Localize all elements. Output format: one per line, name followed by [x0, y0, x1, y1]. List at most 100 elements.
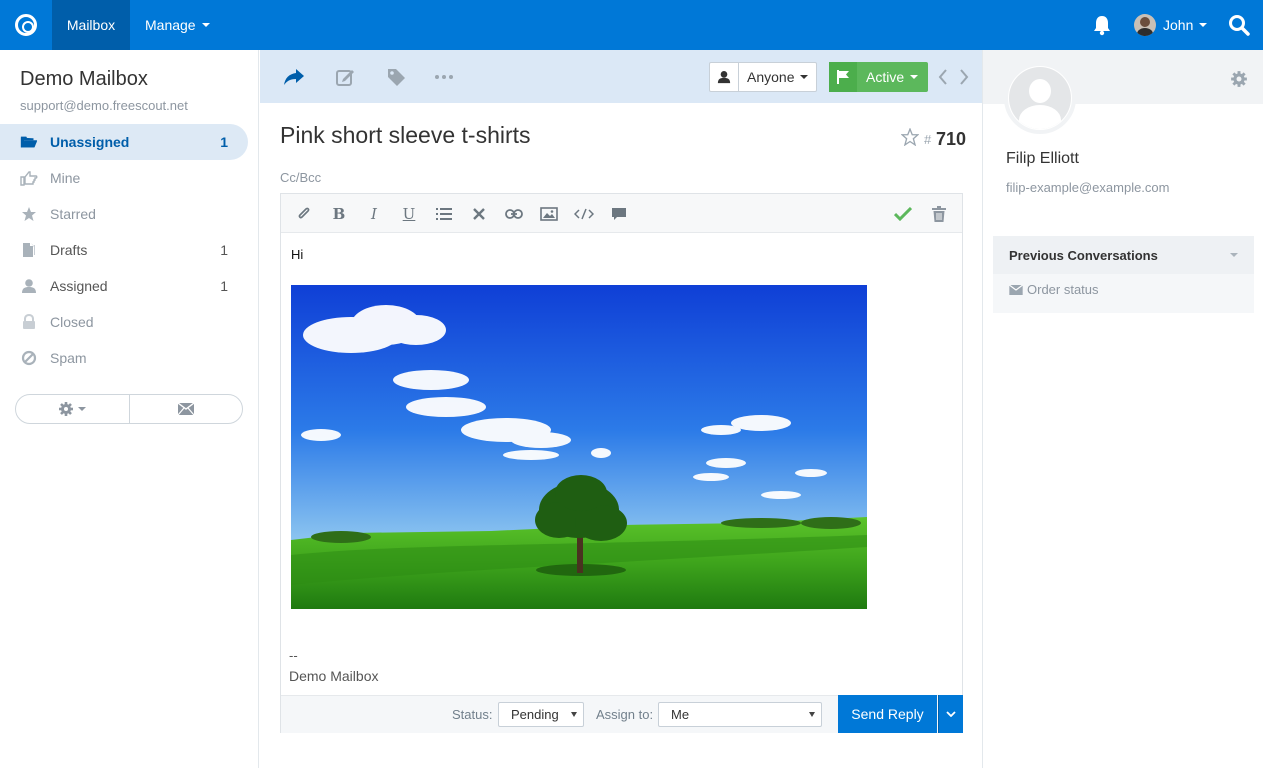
lock-icon [20, 314, 38, 330]
folder-label: Mine [50, 170, 81, 186]
conversation-number: 710 [936, 129, 967, 149]
reply-status-select[interactable]: Pending [498, 702, 584, 727]
conversation-panel: Anyone Active Pink short sleeve t-shirts… [260, 50, 982, 768]
previous-conversation-item[interactable]: Order status [1009, 282, 1099, 297]
bell-icon[interactable] [1092, 14, 1112, 36]
nav-mailbox[interactable]: Mailbox [52, 0, 130, 50]
folder-label: Closed [50, 314, 94, 330]
user-icon [710, 63, 739, 91]
mailbox-sidebar: Demo Mailbox support@demo.freescout.net … [0, 50, 259, 768]
bold-icon[interactable]: B [329, 204, 349, 224]
mailbox-settings-button[interactable] [16, 395, 130, 423]
conversation-hash: # [924, 132, 932, 147]
check-icon[interactable] [893, 204, 913, 224]
previous-conversation-subject: Order status [1027, 282, 1099, 297]
chevron-down-icon [946, 711, 956, 717]
more-icon[interactable] [433, 66, 455, 88]
list-icon[interactable] [434, 204, 454, 224]
reply-footer: Status: Pending Assign to: Me Send Reply [281, 695, 963, 733]
editor-body[interactable]: Hi -- Demo Mailbox [281, 234, 962, 695]
message-greeting: Hi [291, 247, 304, 262]
status-label: Active [866, 69, 905, 85]
folder-label: Unassigned [50, 134, 130, 150]
previous-conversations-header[interactable]: Previous Conversations [993, 236, 1254, 274]
avatar [1134, 14, 1156, 36]
envelope-icon [177, 403, 194, 415]
cc-bcc-link[interactable]: Cc/Bcc [280, 170, 321, 185]
status-dropdown[interactable]: Active [829, 62, 928, 92]
tag-icon[interactable] [385, 66, 407, 88]
chevron-down-icon [910, 75, 919, 79]
image-icon[interactable] [539, 204, 559, 224]
italic-icon[interactable]: I [364, 204, 384, 224]
chevron-down-icon [809, 712, 815, 717]
mailbox-email: support@demo.freescout.net [20, 98, 188, 113]
hand-point-icon [20, 170, 38, 186]
chevron-down-icon [800, 75, 809, 79]
link-icon[interactable] [504, 204, 524, 224]
ban-icon [20, 350, 38, 366]
freescout-logo[interactable] [0, 0, 52, 50]
code-icon[interactable] [574, 204, 594, 224]
gear-icon [59, 402, 74, 416]
assignee-dropdown[interactable]: Anyone [709, 62, 817, 92]
folder-starred[interactable]: Starred [0, 196, 248, 232]
conversation-subject: Pink short sleeve t-shirts [280, 122, 531, 148]
nav-mailbox-label: Mailbox [66, 17, 116, 33]
folder-spam[interactable]: Spam [0, 340, 248, 376]
customer-sidebar: Filip Elliott filip-example@example.com … [982, 50, 1263, 768]
folder-mine[interactable]: Mine [0, 160, 248, 196]
folder-count: 1 [220, 278, 228, 294]
previous-conversations-title: Previous Conversations [1009, 247, 1158, 263]
clear-format-icon[interactable] [469, 204, 489, 224]
note-icon[interactable] [334, 66, 356, 88]
flag-icon [829, 62, 857, 92]
drafts-icon [20, 242, 38, 258]
folder-label: Drafts [50, 242, 88, 258]
customer-name[interactable]: Filip Elliott [1006, 150, 1079, 168]
assign-field-label: Assign to: [596, 707, 654, 722]
folder-drafts[interactable]: Drafts 1 [0, 232, 248, 268]
top-navbar: Mailbox Manage John [0, 0, 1263, 50]
folder-list: Unassigned 1 Mine Starred Drafts 1 Assig… [0, 124, 259, 376]
reply-editor: B I U Hi -- Demo Mailbox Status: Pending… [280, 193, 963, 733]
folder-label: Starred [50, 206, 96, 222]
reply-assign-value: Me [671, 707, 690, 722]
status-field-label: Status: [452, 707, 493, 722]
chevron-down-icon [1230, 253, 1238, 257]
chevron-down-icon [1199, 23, 1208, 27]
send-reply-button[interactable]: Send Reply [838, 695, 937, 733]
gear-icon[interactable] [1230, 70, 1248, 88]
attach-icon[interactable] [294, 204, 314, 224]
landscape-image [291, 285, 867, 609]
trash-icon[interactable] [929, 204, 949, 224]
folder-unassigned[interactable]: Unassigned 1 [0, 124, 248, 160]
next-conversation-icon[interactable] [958, 67, 970, 87]
customer-avatar [1004, 62, 1076, 134]
chevron-down-icon [78, 407, 87, 411]
send-reply-label: Send Reply [851, 706, 924, 722]
folder-assigned[interactable]: Assigned 1 [0, 268, 248, 304]
previous-conversations-panel: Previous Conversations Order status [993, 236, 1254, 313]
nav-manage-dropdown[interactable]: Manage [145, 0, 210, 50]
signature-separator: -- [289, 648, 298, 663]
folder-closed[interactable]: Closed [0, 304, 248, 340]
underline-icon[interactable]: U [399, 204, 419, 224]
star-icon[interactable] [900, 127, 920, 147]
assignee-label: Anyone [747, 69, 795, 85]
new-conversation-button[interactable] [130, 395, 243, 423]
reply-status-value: Pending [511, 707, 559, 722]
user-name: John [1163, 17, 1194, 33]
mailbox-actions [15, 394, 243, 424]
chevron-down-icon [201, 23, 210, 27]
signature-text: Demo Mailbox [289, 668, 379, 684]
search-icon[interactable] [1228, 14, 1250, 36]
comment-icon[interactable] [609, 204, 629, 224]
customer-email[interactable]: filip-example@example.com [1006, 180, 1169, 195]
send-options-button[interactable] [938, 695, 963, 733]
reply-assign-select[interactable]: Me [658, 702, 822, 727]
user-menu[interactable]: John [1134, 0, 1208, 50]
mailbox-name[interactable]: Demo Mailbox [20, 68, 148, 91]
prev-conversation-icon[interactable] [937, 67, 949, 87]
reply-icon[interactable] [283, 66, 305, 88]
